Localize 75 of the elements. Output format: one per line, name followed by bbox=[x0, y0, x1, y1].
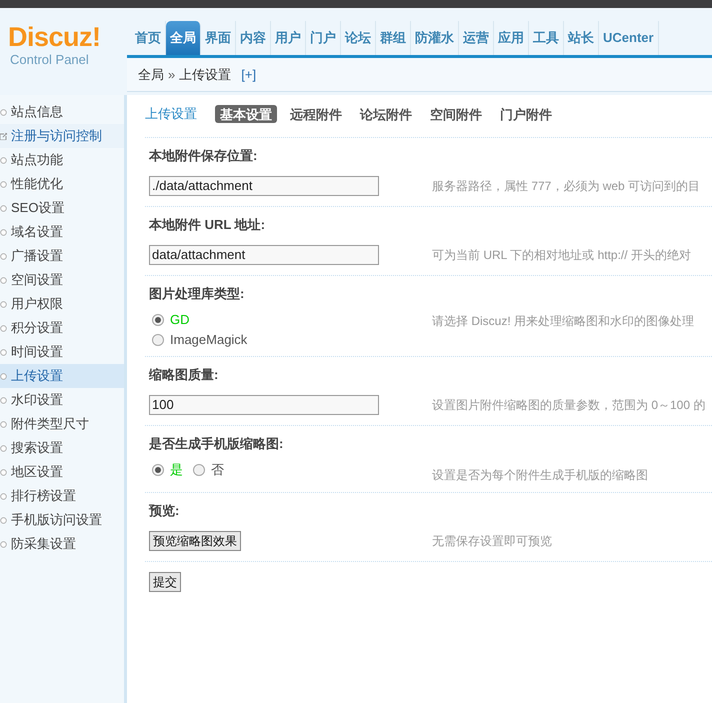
option-label: GD bbox=[170, 311, 190, 330]
breadcrumb-link[interactable]: 全局 bbox=[138, 64, 164, 84]
bullet-icon bbox=[0, 492, 7, 500]
bullet-icon bbox=[0, 468, 7, 476]
sidebar-item[interactable]: 水印设置 bbox=[0, 388, 124, 412]
bullet-icon bbox=[0, 108, 7, 116]
sidebar-item[interactable]: 空间设置 bbox=[0, 268, 124, 292]
radio-button[interactable] bbox=[152, 314, 164, 326]
sidebar-item[interactable]: 积分设置 bbox=[0, 316, 124, 340]
hint-text: 服务器路径，属性 777，必须为 web 可访问到的目 bbox=[432, 178, 700, 195]
text-field[interactable]: ./data/attachment bbox=[149, 176, 379, 196]
bullet-icon bbox=[0, 228, 7, 236]
setting-label: 预览: bbox=[149, 502, 180, 520]
sidebar-item[interactable]: 时间设置 bbox=[0, 340, 124, 364]
bullet-icon bbox=[0, 396, 7, 404]
bullet-icon bbox=[0, 372, 7, 380]
sidebar-item[interactable]: 注册与访问控制 bbox=[0, 124, 124, 148]
add-shortcut-link[interactable]: [+] bbox=[241, 64, 256, 84]
option-label: 是 bbox=[170, 461, 183, 480]
sidebar-item[interactable]: 地区设置 bbox=[0, 460, 124, 484]
setting-label: 本地附件保存位置: bbox=[149, 147, 258, 165]
settings-tab[interactable]: 论坛附件 bbox=[355, 105, 417, 123]
hint-text: 设置图片附件缩略图的质量参数，范围为 0～100 的 bbox=[432, 397, 706, 414]
bullet-icon bbox=[0, 420, 7, 428]
bullet-icon bbox=[0, 348, 7, 356]
sidebar-item[interactable]: SEO设置 bbox=[0, 196, 124, 220]
sidebar-item[interactable]: 站点信息 bbox=[0, 100, 124, 124]
radio-button[interactable] bbox=[152, 464, 164, 476]
bullet-icon bbox=[0, 276, 7, 284]
sidebar-item[interactable]: 搜索设置 bbox=[0, 436, 124, 460]
setting-label: 缩略图质量: bbox=[149, 366, 220, 384]
logo-text: Discuz! bbox=[8, 22, 102, 52]
bullet-icon bbox=[0, 540, 7, 548]
bullet-icon bbox=[0, 252, 7, 260]
text-field[interactable]: data/attachment bbox=[149, 244, 379, 264]
settings-tab[interactable]: 空间附件 bbox=[425, 105, 487, 123]
sidebar-item[interactable]: 站点功能 bbox=[0, 148, 124, 172]
nav-tab[interactable]: 全局 bbox=[166, 21, 201, 55]
setting-label: 本地附件 URL 地址: bbox=[149, 216, 266, 234]
hint-text: 无需保存设置即可预览 bbox=[432, 533, 552, 550]
option-label: 否 bbox=[211, 461, 224, 480]
hint-text: 可为当前 URL 下的相对地址或 http:// 开头的绝对 bbox=[432, 247, 691, 264]
setting-label: 是否生成手机版缩略图: bbox=[149, 435, 284, 453]
logo-subtitle: Control Panel bbox=[9, 52, 90, 68]
breadcrumb-separator: » bbox=[168, 66, 176, 84]
settings-tab[interactable]: 门户附件 bbox=[495, 105, 557, 123]
option-label: ImageMagick bbox=[170, 331, 248, 350]
bullet-icon bbox=[0, 156, 7, 164]
settings-tab[interactable]: 基本设置 bbox=[215, 105, 277, 123]
preview-button[interactable]: 预览缩略图效果 bbox=[149, 531, 241, 551]
radio-button[interactable] bbox=[152, 334, 164, 346]
bullet-icon bbox=[0, 204, 7, 212]
page-title: 上传设置 bbox=[145, 105, 197, 124]
bullet-icon bbox=[0, 516, 7, 524]
radio-button[interactable] bbox=[193, 464, 205, 476]
sidebar-item[interactable]: 排行榜设置 bbox=[0, 484, 124, 508]
sidebar-item[interactable]: 域名设置 bbox=[0, 220, 124, 244]
submit-button[interactable]: 提交 bbox=[149, 572, 181, 592]
breadcrumb-current: 上传设置 bbox=[179, 66, 232, 84]
bullet-icon bbox=[0, 300, 7, 308]
sidebar-item[interactable]: 性能优化 bbox=[0, 172, 124, 196]
setting-label: 图片处理库类型: bbox=[149, 285, 246, 303]
sidebar-item[interactable]: 防采集设置 bbox=[0, 532, 124, 556]
text-field[interactable]: 100 bbox=[149, 394, 379, 414]
bullet-icon bbox=[0, 180, 7, 188]
sidebar-item[interactable]: 上传设置 bbox=[0, 364, 124, 388]
sidebar-item[interactable]: 附件类型尺寸 bbox=[0, 412, 124, 436]
hint-text: 请选择 Discuz! 用来处理缩略图和水印的图像处理 bbox=[432, 313, 694, 330]
bullet-icon bbox=[0, 444, 7, 452]
sidebar-item[interactable]: 广播设置 bbox=[0, 244, 124, 268]
bullet-icon bbox=[0, 324, 7, 332]
settings-tab[interactable]: 远程附件 bbox=[285, 105, 347, 123]
sidebar-item[interactable]: 手机版访问设置 bbox=[0, 508, 124, 532]
sidebar-item[interactable]: 用户权限 bbox=[0, 292, 124, 316]
hint-text: 设置是否为每个附件生成手机版的缩略图 bbox=[432, 467, 648, 484]
